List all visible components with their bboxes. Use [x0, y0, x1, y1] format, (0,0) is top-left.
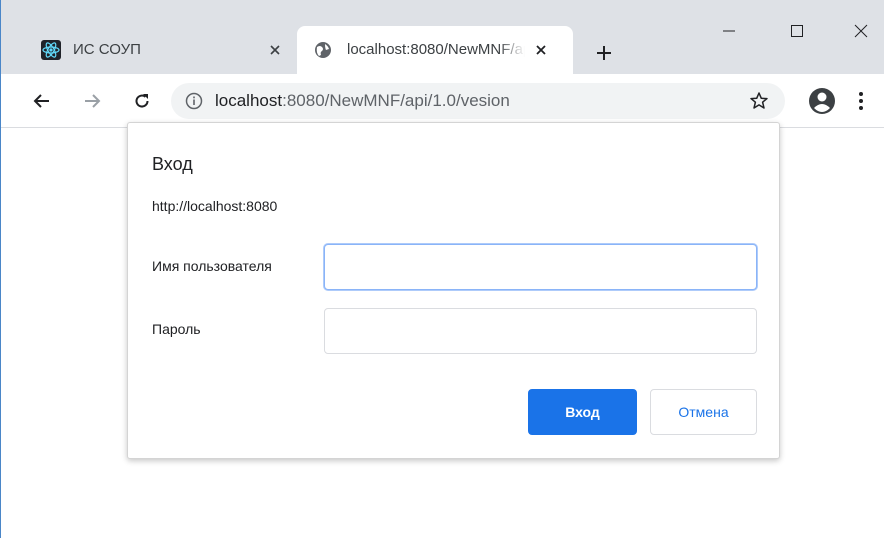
tab-strip: ИС СОУП localhost:8080/NewMNF/api/1.0/ve…: [1, 0, 884, 74]
reload-button[interactable]: [127, 86, 157, 116]
password-input[interactable]: [324, 308, 757, 354]
minimize-icon: [723, 30, 735, 32]
tab-title: ИС СОУП: [73, 41, 141, 58]
window-close-button[interactable]: [841, 16, 881, 46]
login-button[interactable]: Вход: [528, 389, 637, 435]
dialog-title: Вход: [152, 154, 193, 174]
password-label: Пароль: [152, 321, 201, 337]
plus-icon: [597, 46, 611, 60]
new-tab-button[interactable]: [591, 40, 617, 66]
react-atom-icon: [41, 40, 61, 60]
auth-dialog: Вход http://localhost:8080 Имя пользоват…: [127, 122, 780, 459]
cancel-button[interactable]: Отмена: [650, 389, 757, 435]
dialog-origin: http://localhost:8080: [152, 198, 278, 214]
menu-button[interactable]: [851, 86, 871, 116]
address-bar[interactable]: localhost:8080/NewMNF/api/1.0/vesion: [171, 83, 785, 119]
url-text: localhost:8080/NewMNF/api/1.0/vesion: [215, 91, 510, 111]
star-icon[interactable]: [749, 91, 769, 111]
info-icon[interactable]: [185, 92, 203, 110]
maximize-icon: [791, 25, 803, 37]
globe-icon: [315, 42, 331, 58]
account-icon[interactable]: [807, 86, 837, 116]
browser-toolbar: localhost:8080/NewMNF/api/1.0/vesion: [1, 74, 884, 128]
forward-button[interactable]: [77, 86, 107, 116]
reload-icon: [135, 94, 149, 108]
url-host: localhost: [215, 91, 283, 110]
tab-title: localhost:8080/NewMNF/api/1.0/vesion: [347, 41, 525, 58]
close-icon[interactable]: [265, 40, 285, 60]
kebab-menu-icon: [859, 92, 863, 110]
arrow-left-icon: [33, 94, 49, 108]
browser-window: ИС СОУП localhost:8080/NewMNF/api/1.0/ve…: [0, 0, 884, 538]
url-path: :8080/NewMNF/api/1.0/vesion: [282, 91, 510, 110]
minimize-button[interactable]: [709, 16, 749, 46]
close-icon: [854, 24, 868, 38]
close-icon[interactable]: [531, 40, 551, 60]
tab-ic-soup[interactable]: ИС СОУП: [29, 26, 297, 74]
arrow-right-icon: [85, 94, 101, 108]
username-input[interactable]: [324, 244, 757, 290]
tab-localhost[interactable]: localhost:8080/NewMNF/api/1.0/vesion: [297, 26, 573, 74]
maximize-button[interactable]: [777, 16, 817, 46]
back-button[interactable]: [27, 86, 57, 116]
username-label: Имя пользователя: [152, 258, 272, 274]
